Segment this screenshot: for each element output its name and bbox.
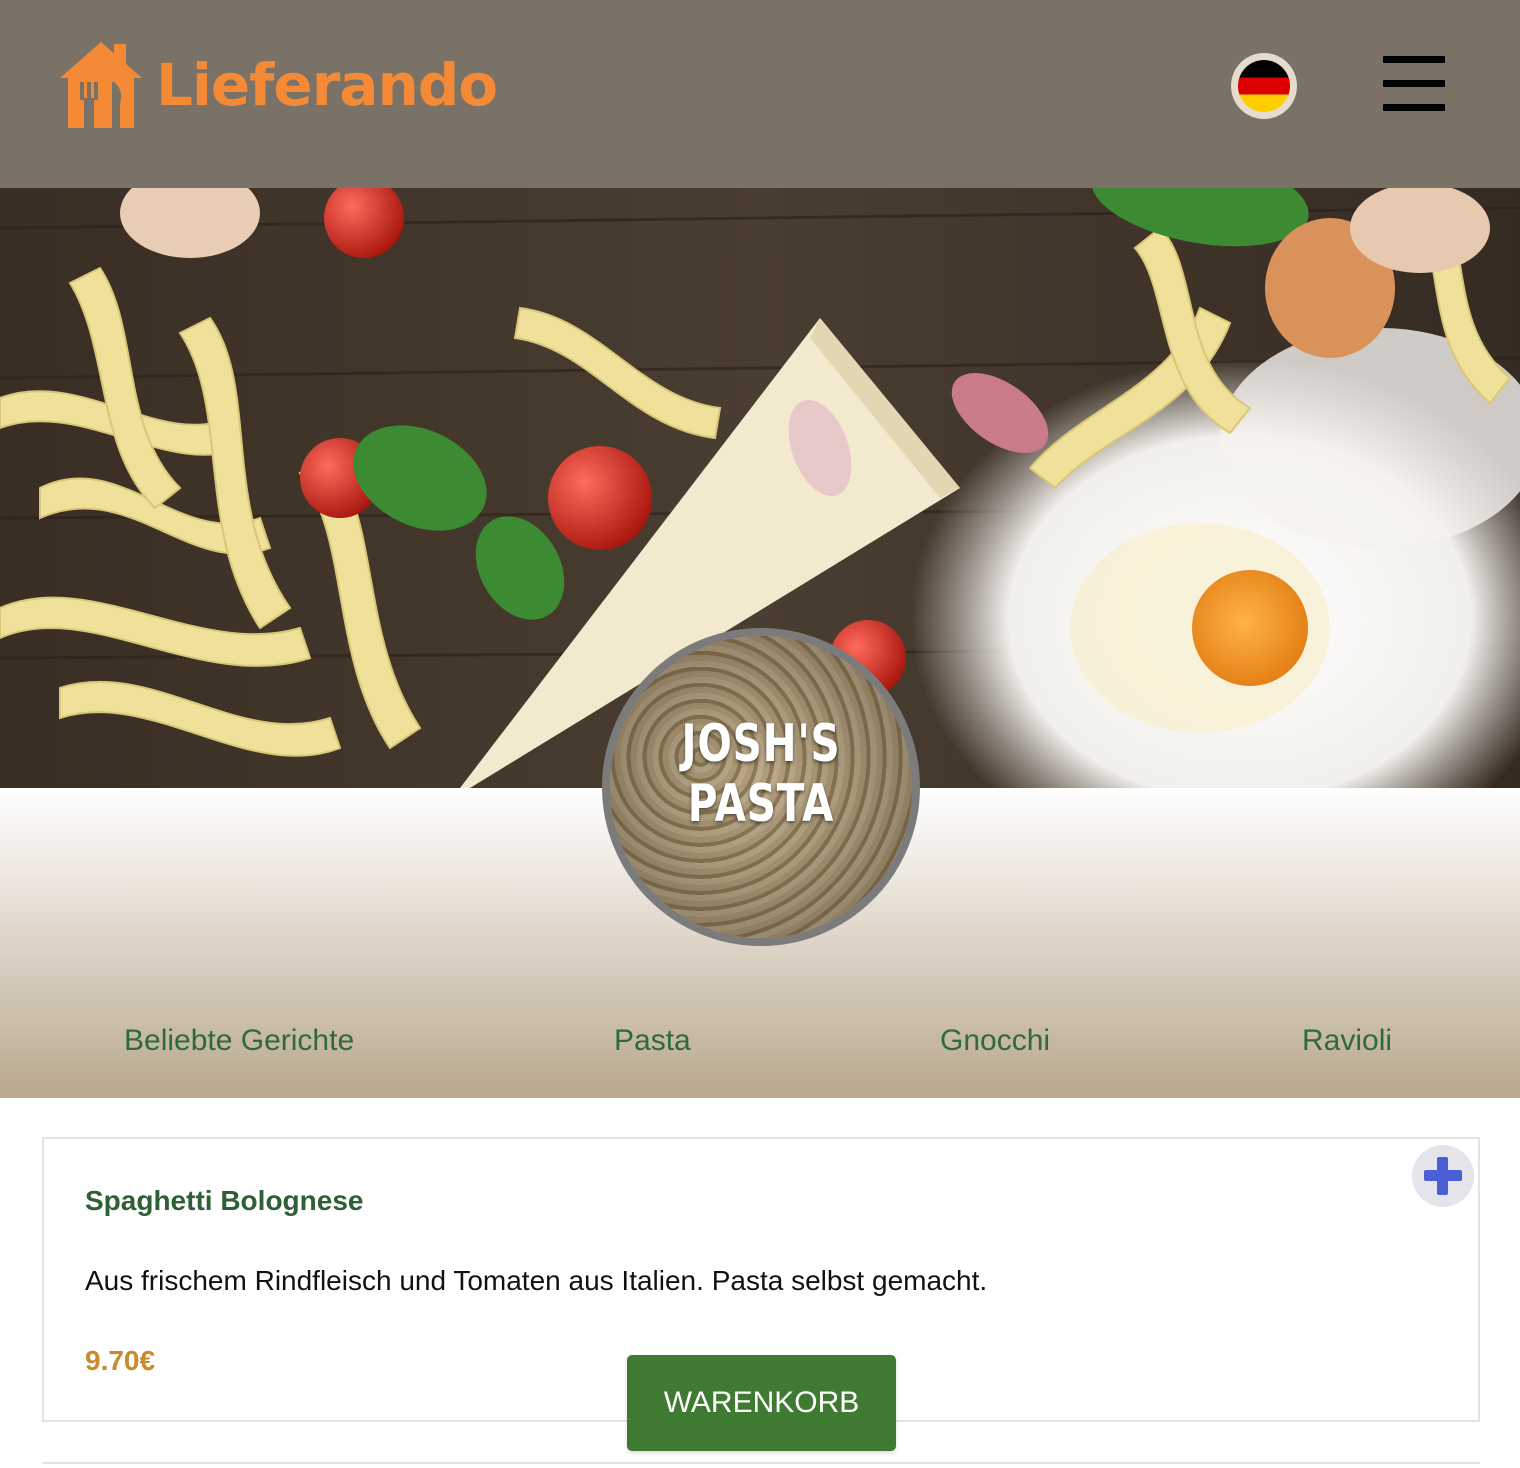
menu-bar-icon xyxy=(1383,104,1445,111)
cart-button[interactable]: WARENKORB xyxy=(627,1355,896,1451)
category-nav: Beliebte Gerichte Pasta Gnocchi Ravioli xyxy=(0,1024,1520,1072)
house-fork-icon xyxy=(60,42,142,128)
menu-bar-icon xyxy=(1383,56,1445,63)
category-tab-gnocchi[interactable]: Gnocchi xyxy=(940,1024,1050,1058)
add-to-cart-button[interactable] xyxy=(1412,1145,1474,1207)
dish-title: Spaghetti Bolognese xyxy=(85,1185,364,1216)
language-selector[interactable] xyxy=(1231,53,1297,119)
next-dish-card xyxy=(42,1462,1480,1468)
hamburger-menu-button[interactable] xyxy=(1383,56,1445,112)
brand-name: Lieferando xyxy=(156,51,498,119)
top-header: Lieferando xyxy=(0,0,1520,188)
restaurant-logo: JOSH'S PASTA xyxy=(602,628,920,946)
page: Lieferando JOSH'S PASTA Beliebte Gericht… xyxy=(0,0,1520,1468)
lieferando-logo[interactable]: Lieferando xyxy=(56,38,498,132)
category-tab-ravioli[interactable]: Ravioli xyxy=(1302,1024,1392,1058)
category-tab-beliebte-gerichte[interactable]: Beliebte Gerichte xyxy=(124,1024,354,1058)
dish-price: 9.70€ xyxy=(85,1345,156,1376)
germany-flag-icon xyxy=(1238,60,1290,112)
dish-description: Aus frischem Rindfleisch und Tomaten aus… xyxy=(85,1265,988,1296)
category-tab-pasta[interactable]: Pasta xyxy=(614,1024,691,1058)
restaurant-name: JOSH'S PASTA xyxy=(681,714,841,834)
plus-icon xyxy=(1437,1157,1448,1195)
menu-bar-icon xyxy=(1383,80,1445,87)
